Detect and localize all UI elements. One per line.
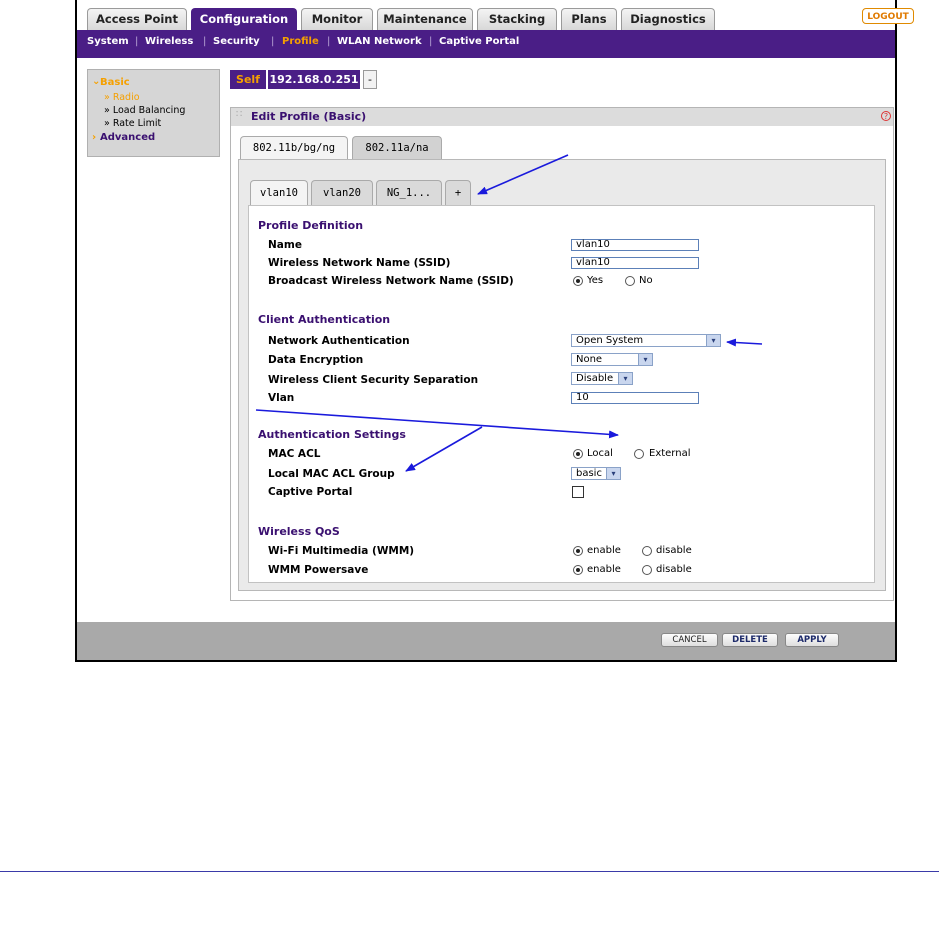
arrow-to-add-tab — [477, 154, 569, 195]
arrow-to-mac-acl-group — [405, 426, 483, 472]
page-divider — [0, 871, 939, 872]
arrow-to-network-auth — [726, 338, 763, 347]
annotation-arrows — [255, 154, 763, 472]
arrow-to-mac-acl — [255, 409, 619, 439]
